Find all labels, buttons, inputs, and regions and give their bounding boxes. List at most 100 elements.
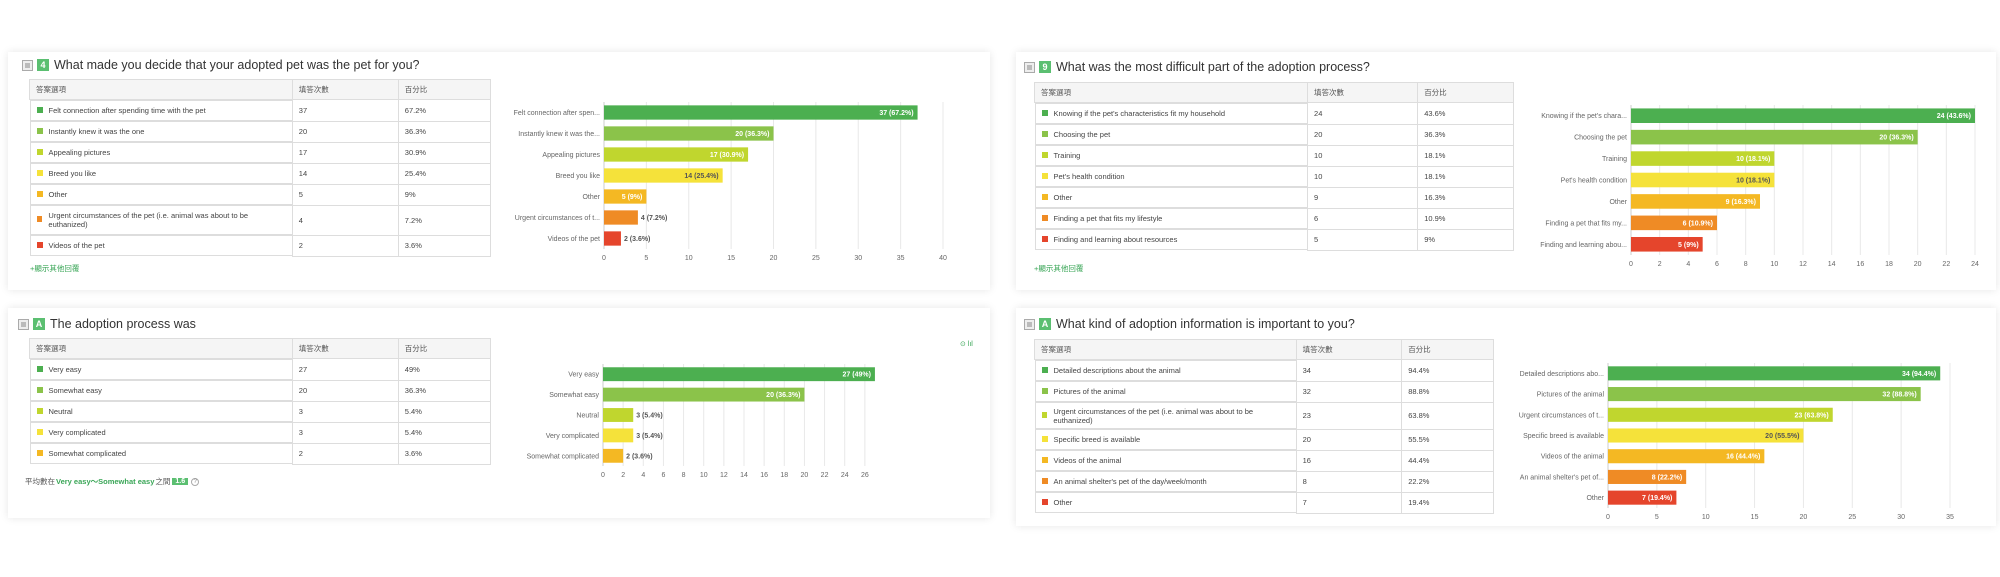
option-cell: Finding and learning about resources [1034,229,1308,250]
x-tick-label: 20 [1914,261,1922,268]
show-other-responses-link[interactable]: +顯示其他回覆 [30,263,79,274]
count-cell: 20 [1295,428,1403,451]
percent-cell: 9% [397,183,492,206]
question-title-4: 4 What made you decide that your adopted… [22,58,420,72]
color-swatch-icon [1041,235,1048,242]
percent-cell: 36.3% [397,120,492,143]
show-other-responses-link[interactable]: +顯示其他回覆 [1034,263,1083,274]
data-label: 20 (36.3%) [735,131,769,138]
chart-type-toggle-icon[interactable]: ⊙ lıl [960,340,973,348]
option-cell: Instantly knew it was the one [29,121,292,142]
color-swatch-icon [1041,477,1048,484]
bar-chart-adoption-information: 0 5 10 15 20 25 30 35 Detailed descriptions abo.… [1519,363,1954,521]
x-tick-label: 20 [770,255,778,262]
average-mid: 之間 [155,477,171,486]
color-swatch-icon [36,241,43,248]
bar [603,367,875,382]
x-tick-label: 12 [720,472,728,479]
data-label: 10 (18.1%) [1736,178,1770,185]
data-label: 16 (44.4%) [1726,454,1760,461]
category-label: Specific breed is available [1523,433,1604,440]
bar [1631,108,1975,123]
option-label: Specific breed is available [1053,435,1141,444]
table-row: Detailed descriptions about the animal 34… [1034,359,1494,382]
category-label: Very easy [568,372,599,379]
option-cell: Felt connection after spending time with… [29,100,292,121]
question-text: What was the most difficult part of the … [1056,60,1370,74]
select-checkbox[interactable] [1024,61,1035,73]
table-row: Finding a pet that fits my lifestyle 6 10.… [1034,207,1514,230]
bar [1631,129,1918,145]
data-label: 5 (9%) [1678,242,1699,249]
option-label: Videos of the pet [48,241,105,250]
option-label: Somewhat complicated [48,449,127,458]
count-cell: 17 [291,141,399,164]
x-tick-label: 14 [740,472,748,479]
percent-cell: 44.4% [1401,449,1494,472]
table-row: Pet's health condition 10 18.1% [1034,165,1514,188]
table-row: Instantly knew it was the one 20 36.3% [29,120,492,143]
help-icon[interactable]: ? [191,477,200,486]
x-tick-label: 15 [1751,514,1759,521]
option-label: Other [1053,193,1073,202]
x-tick-label: 4 [641,472,645,479]
option-label: Other [1053,498,1073,507]
color-swatch-icon [36,106,43,113]
percent-cell: 19.4% [1401,491,1494,514]
x-tick-label: 5 [1655,514,1659,521]
header-percent: 百分比 [397,338,492,359]
data-label: 7 (19.4%) [1642,495,1672,502]
select-checkbox[interactable] [22,59,33,71]
color-swatch-icon [36,407,43,414]
select-checkbox[interactable] [18,318,29,330]
category-label: Pet's health condition [1561,178,1627,185]
category-label: Finding and learning abou... [1540,242,1627,249]
question-type-badge: A [33,318,45,330]
x-tick-label: 26 [861,472,869,479]
x-tick-label: 2 [621,472,625,479]
color-swatch-icon [1041,109,1048,116]
x-tick-label: 40 [939,255,947,262]
header-option: 答案選項 [29,79,293,100]
count-cell: 7 [1295,491,1403,514]
count-cell: 9 [1307,186,1419,209]
answer-table-adoption-information: 答案選項 填答次數 百分比 Detailed descriptions about t… [1034,339,1494,514]
percent-cell: 16.3% [1417,186,1514,209]
x-tick-label: 24 [841,472,849,479]
option-cell: Pet's health condition [1034,166,1308,187]
table-header-row: 答案選項 填答次數 百分比 [1033,82,1514,103]
category-label: Choosing the pet [1574,135,1627,142]
table-header-row: 答案選項 填答次數 百分比 [1034,339,1494,360]
data-label: 20 (36.3%) [766,392,800,399]
x-tick-label: 35 [1946,514,1954,521]
category-label: Very complicated [546,433,599,440]
count-cell: 16 [1295,449,1403,472]
count-cell: 3 [291,421,399,444]
question-title-9: 9 What was the most difficult part of th… [1024,60,1370,74]
option-cell: Videos of the animal [1034,450,1296,471]
color-swatch-icon [1041,411,1048,418]
option-label: Videos of the animal [1053,456,1122,465]
x-tick-label: 18 [780,472,788,479]
category-label: An animal shelter's pet of... [1520,474,1604,481]
percent-cell: 67.2% [397,99,492,122]
select-checkbox[interactable] [1024,318,1035,330]
count-cell: 2 [291,442,399,465]
category-label: Urgent circumstances of t... [515,215,600,222]
category-label: Somewhat complicated [527,453,599,460]
color-swatch-icon [1041,498,1048,505]
x-tick-label: 12 [1799,261,1807,268]
category-label: Appealing pictures [542,152,600,159]
x-tick-label: 4 [1686,261,1690,268]
percent-cell: 5.4% [397,400,492,423]
x-tick-label: 10 [685,255,693,262]
table-row: Other 5 9% [29,183,492,206]
table-row: Breed you like 14 25.4% [29,162,492,185]
option-label: Very complicated [48,428,106,437]
data-label: 14 (25.4%) [684,173,718,180]
percent-cell: 88.8% [1401,380,1494,403]
header-option: 答案選項 [1033,82,1309,103]
header-option: 答案選項 [29,338,293,359]
percent-cell: 49% [397,358,492,381]
table-row: Other 7 19.4% [1034,491,1494,514]
